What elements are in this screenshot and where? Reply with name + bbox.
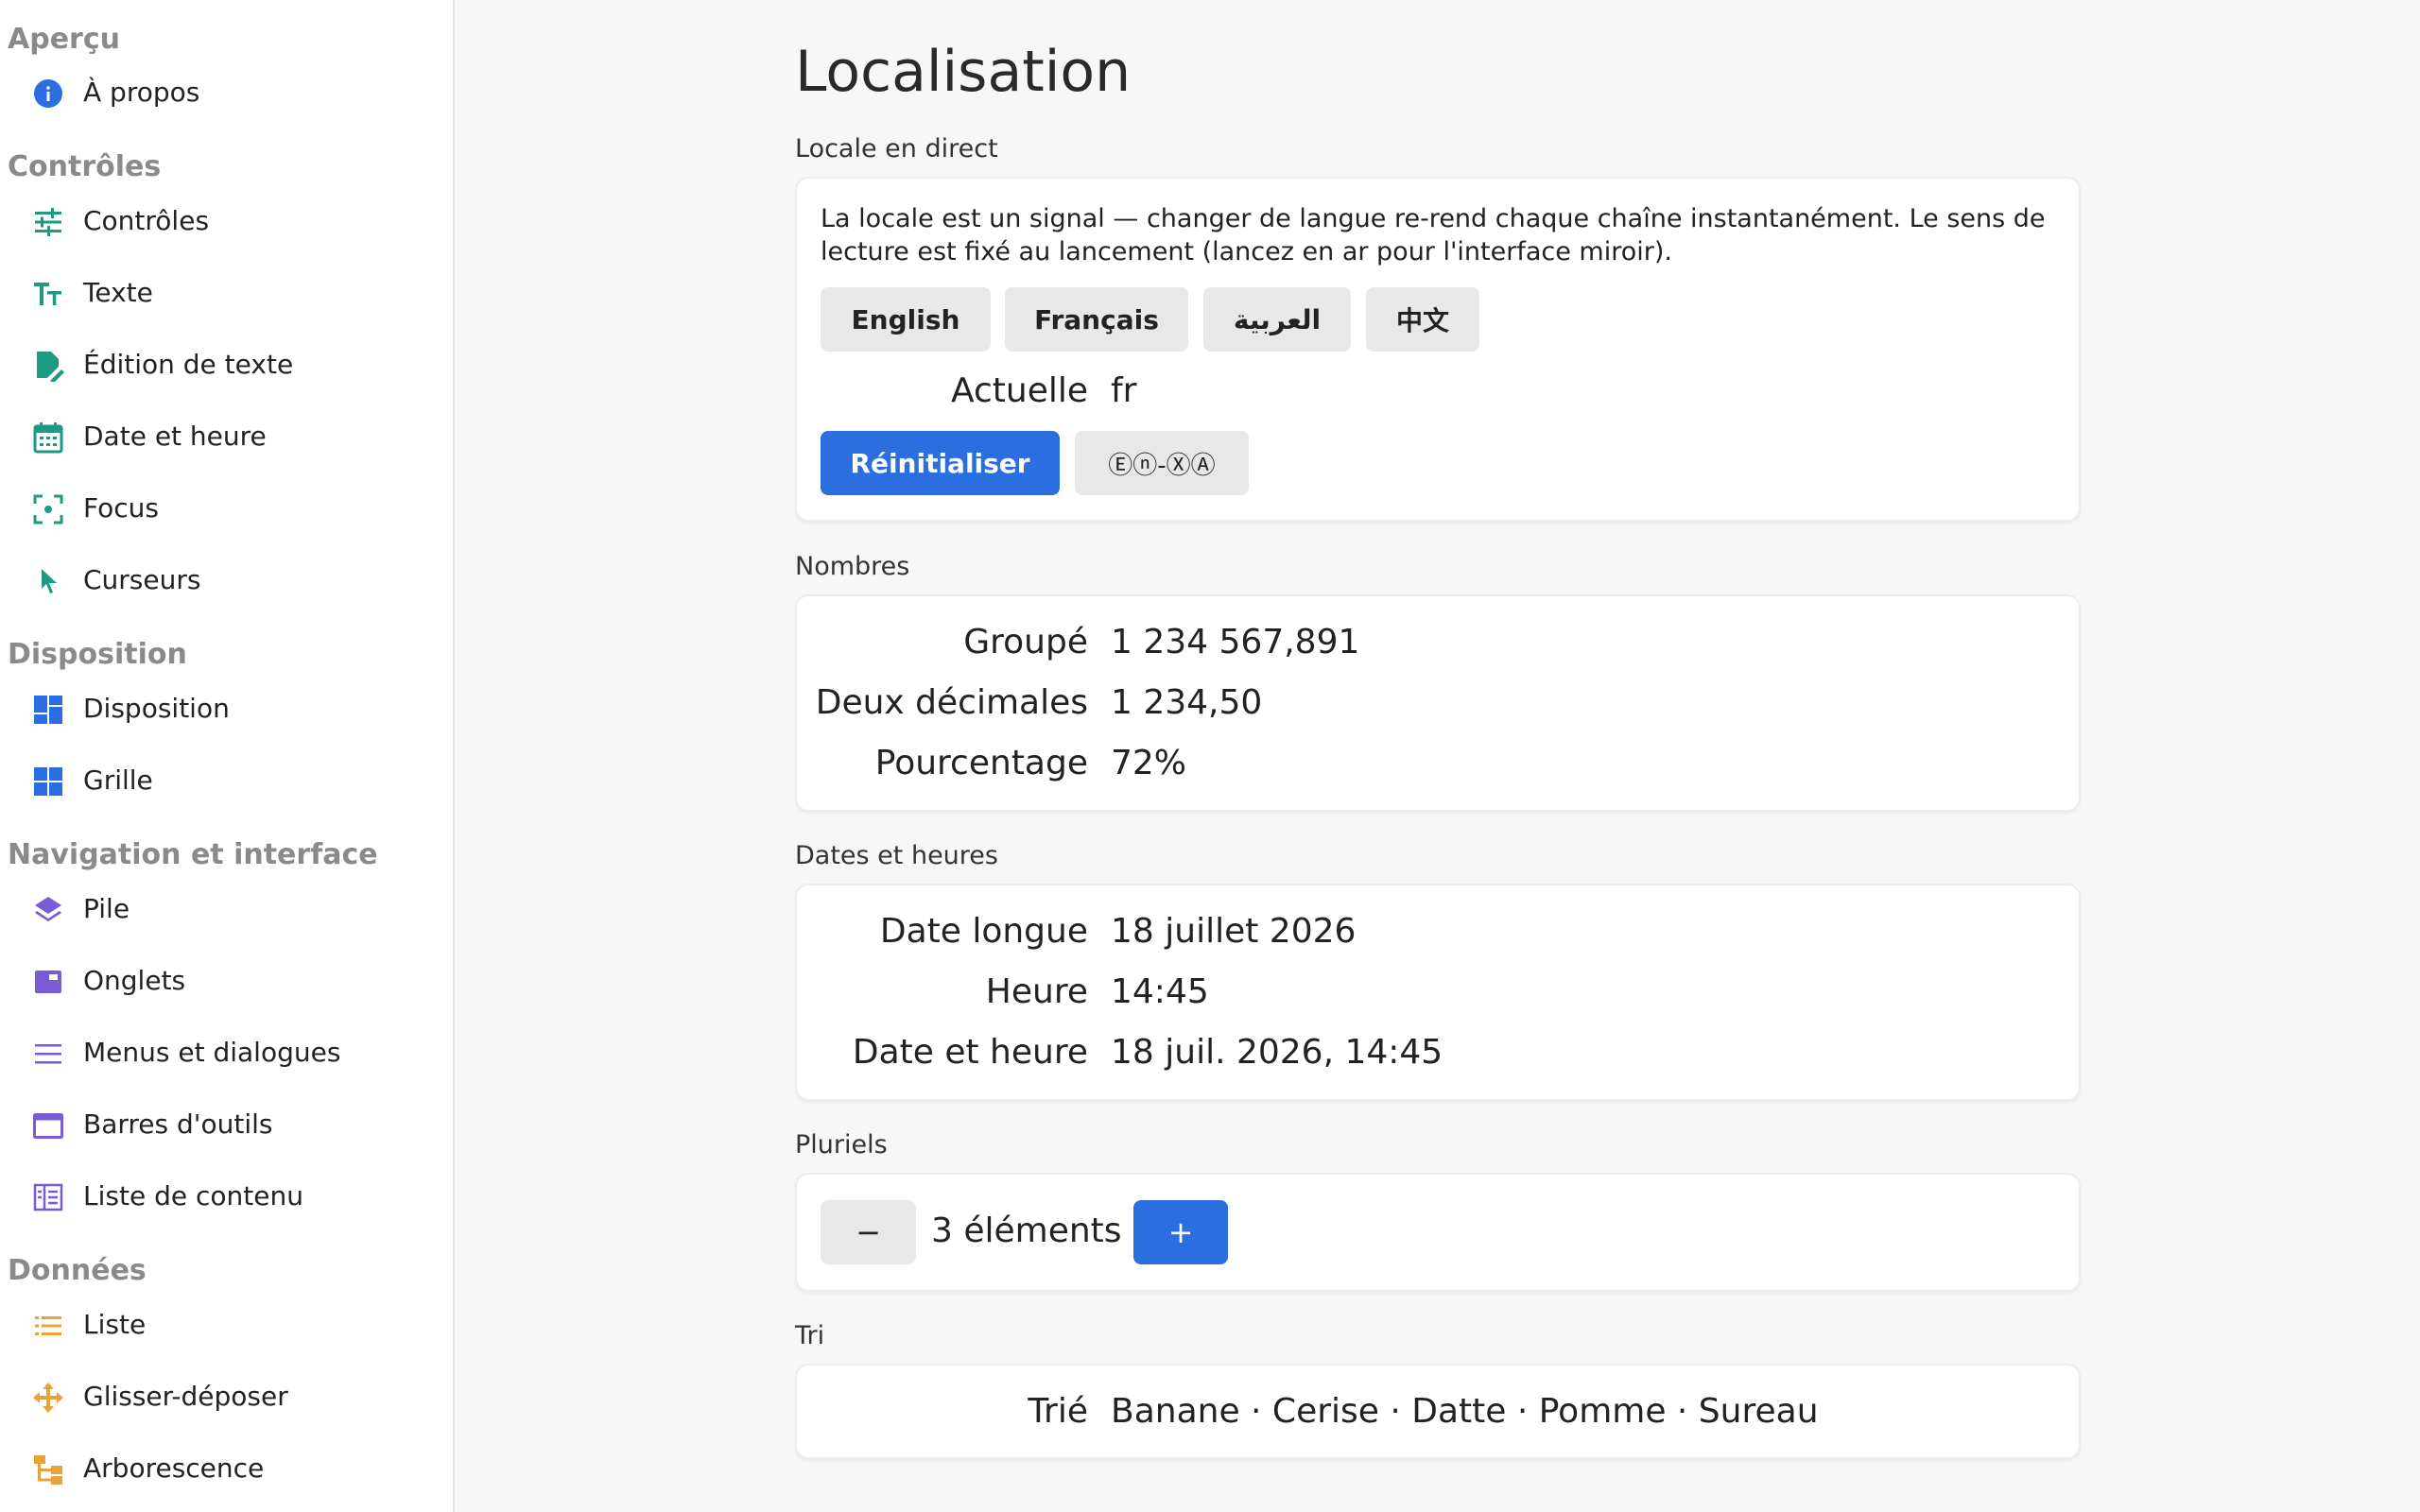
sidebar-item-label: Barres d'outils (83, 1108, 273, 1140)
sidebar-item-label: Date et heure (83, 421, 267, 452)
dates-row-key: Heure (985, 972, 1088, 1011)
section-label-live-locale: Locale en direct (795, 134, 998, 163)
sidebar-item-a-propos[interactable]: À propos (0, 64, 452, 121)
plural-count-text: 3 éléments (931, 1211, 1122, 1250)
sidebar-item-disposition[interactable]: Disposition (0, 680, 452, 737)
focus-icon (32, 493, 64, 525)
decrement-button[interactable]: − (821, 1200, 916, 1264)
list-icon (32, 1310, 64, 1342)
sidebar-item-barres-d-outils[interactable]: Barres d'outils (0, 1096, 452, 1153)
sidebar-item-liste[interactable]: Liste (0, 1297, 452, 1353)
sidebar-item-label: Liste (83, 1309, 147, 1340)
sidebar-item-controles[interactable]: Contrôles (0, 193, 452, 249)
sorted-value: Banane · Cerise · Datte · Pomme · Sureau (1111, 1392, 1819, 1431)
sidebar-section-controles: Contrôles (8, 150, 162, 183)
content-list-icon (32, 1181, 64, 1213)
language-button-francais[interactable]: Français (1005, 287, 1188, 352)
menu-icon (32, 1038, 64, 1070)
sidebar-section-disposition: Disposition (8, 638, 187, 671)
dates-row-key: Date et heure (852, 1033, 1088, 1072)
sidebar-item-curseurs[interactable]: Curseurs (0, 552, 452, 609)
numbers-row-value: 1 234 567,891 (1111, 623, 1360, 662)
section-label-numbers: Nombres (795, 552, 910, 581)
sidebar-item-arborescence[interactable]: Arborescence (0, 1440, 452, 1497)
sidebar-item-label: Focus (83, 492, 159, 524)
sorted-label: Trié (1028, 1392, 1088, 1431)
sliders-icon (32, 206, 64, 238)
tabs-icon (32, 966, 64, 998)
text-size-icon (32, 278, 64, 310)
sidebar: Aperçu À propos Contrôles Contrôles Text… (0, 0, 455, 1512)
language-button-english[interactable]: English (821, 287, 991, 352)
sidebar-section-apercu: Aperçu (8, 23, 120, 56)
sidebar-item-label: Texte (83, 277, 153, 308)
sidebar-item-label: Contrôles (83, 205, 210, 236)
numbers-row-key: Deux décimales (815, 683, 1088, 722)
pointer-icon (32, 565, 64, 597)
sidebar-item-edition-de-texte[interactable]: Édition de texte (0, 336, 452, 393)
sidebar-item-label: Grille (83, 765, 153, 796)
sidebar-item-label: Arborescence (83, 1452, 265, 1484)
sidebar-item-label: Pile (83, 893, 130, 924)
current-locale-label: Actuelle (950, 371, 1088, 410)
sidebar-section-donnees: Données (8, 1254, 147, 1287)
live-locale-description: La locale est un signal — changer de lan… (821, 204, 2046, 266)
sidebar-item-label: Onglets (83, 965, 186, 996)
sidebar-item-menus-et-dialogues[interactable]: Menus et dialogues (0, 1024, 452, 1081)
sidebar-item-glisser-deposer[interactable]: Glisser-déposer (0, 1368, 452, 1425)
language-button-arabic[interactable]: العربية (1203, 287, 1351, 352)
calendar-icon (32, 421, 64, 454)
increment-button[interactable]: + (1133, 1200, 1228, 1264)
edit-document-icon (32, 350, 64, 382)
sidebar-item-grille[interactable]: Grille (0, 752, 452, 809)
sidebar-item-label: Liste de contenu (83, 1180, 303, 1211)
language-button-chinese[interactable]: 中文 (1366, 287, 1479, 352)
sidebar-item-label: Menus et dialogues (83, 1037, 341, 1068)
section-label-dates: Dates et heures (795, 841, 998, 870)
pseudo-locale-button[interactable]: Ⓔⓝ-ⓍⒶ (1075, 431, 1249, 495)
dashboard-icon (32, 694, 64, 726)
sidebar-item-label: Glisser-déposer (83, 1381, 288, 1412)
numbers-row-key: Pourcentage (874, 744, 1088, 782)
dates-row-key: Date longue (879, 912, 1088, 951)
dates-row-value: 18 juil. 2026, 14:45 (1111, 1033, 1443, 1072)
dates-row-value: 18 juillet 2026 (1111, 912, 1357, 951)
sidebar-item-pile[interactable]: Pile (0, 881, 452, 937)
sidebar-item-label: Curseurs (83, 564, 201, 595)
info-icon (32, 77, 64, 110)
sidebar-item-label: Disposition (83, 693, 230, 724)
sidebar-item-focus[interactable]: Focus (0, 480, 452, 537)
drag-move-icon (32, 1382, 64, 1414)
sidebar-item-liste-de-contenu[interactable]: Liste de contenu (0, 1168, 452, 1225)
sidebar-item-onglets[interactable]: Onglets (0, 953, 452, 1009)
toolbar-icon (32, 1109, 64, 1142)
sidebar-item-label: Édition de texte (83, 349, 294, 380)
sidebar-item-label: À propos (83, 77, 200, 108)
section-label-plurals: Pluriels (795, 1130, 888, 1160)
sidebar-item-texte[interactable]: Texte (0, 265, 452, 321)
numbers-row-value: 1 234,50 (1111, 683, 1263, 722)
page-title: Localisation (795, 39, 1132, 105)
section-label-sorting: Tri (795, 1321, 825, 1350)
sidebar-item-date-et-heure[interactable]: Date et heure (0, 408, 452, 465)
dates-row-value: 14:45 (1111, 972, 1209, 1011)
layers-icon (32, 894, 64, 926)
numbers-row-value: 72% (1111, 744, 1187, 782)
reset-button[interactable]: Réinitialiser (821, 431, 1060, 495)
tree-icon (32, 1453, 64, 1486)
current-locale-value: fr (1111, 371, 1137, 410)
numbers-row-key: Groupé (963, 623, 1088, 662)
sidebar-section-navigation: Navigation et interface (8, 838, 378, 871)
grid-icon (32, 765, 64, 798)
